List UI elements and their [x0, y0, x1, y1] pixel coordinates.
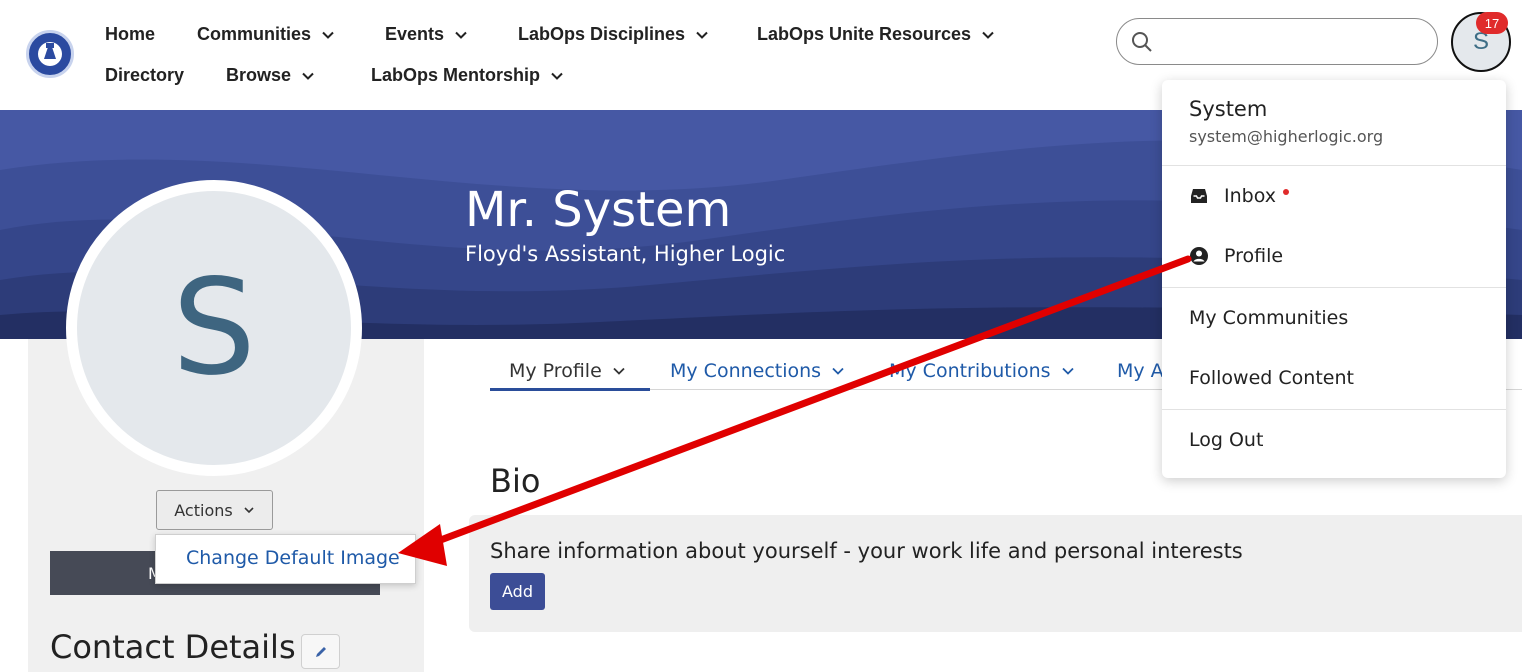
chevron-down-icon [982, 31, 994, 39]
chevron-down-icon [302, 72, 314, 80]
menu-item-label: Profile [1224, 245, 1284, 267]
nav-label: Communities [197, 24, 312, 44]
chevron-down-icon [551, 72, 563, 80]
nav-labops-mentorship[interactable]: LabOps Mentorship [371, 65, 564, 86]
nav-events[interactable]: Events [385, 24, 468, 45]
tab-my-profile[interactable]: My Profile [509, 352, 626, 390]
profile-name: Mr. System [465, 182, 732, 238]
profile-job-title: Floyd's Assistant, Higher Logic [465, 242, 786, 266]
nav-label: Home [105, 24, 156, 44]
chevron-down-icon [696, 31, 708, 39]
chevron-down-icon [832, 367, 844, 375]
nav-browse[interactable]: Browse [226, 65, 315, 86]
user-circle-icon [1190, 247, 1208, 265]
page-root: Home Communities Events LabOps Disciplin… [0, 0, 1522, 672]
menu-divider [1162, 409, 1506, 410]
nav-home[interactable]: Home [105, 24, 155, 45]
chevron-down-icon [613, 367, 625, 375]
menu-item-followed-content[interactable]: Followed Content [1189, 367, 1354, 389]
menu-item-profile[interactable]: Profile [1189, 245, 1283, 267]
bio-panel [469, 515, 1522, 632]
tab-my-connections[interactable]: My Connections [670, 352, 845, 390]
actions-label: Actions [174, 500, 233, 520]
chevron-down-icon [455, 31, 467, 39]
tab-my-a-partial[interactable]: My A [1117, 352, 1164, 390]
nav-labops-unite-resources[interactable]: LabOps Unite Resources [757, 24, 995, 45]
tab-label: My Profile [509, 360, 602, 382]
search-box [1116, 18, 1438, 65]
nav-label: LabOps Disciplines [518, 24, 686, 44]
menu-divider [1162, 287, 1506, 288]
nav-labops-disciplines[interactable]: LabOps Disciplines [518, 24, 709, 45]
user-menu-email: system@higherlogic.org [1189, 127, 1384, 146]
menu-item-label: Log Out [1189, 429, 1264, 451]
search-icon[interactable] [1131, 31, 1153, 53]
actions-dropdown-button[interactable]: Actions [156, 490, 273, 530]
nav-label: LabOps Unite Resources [757, 24, 972, 44]
contact-details-heading: Contact Details [50, 628, 296, 666]
user-menu-name: System [1189, 97, 1268, 121]
chevron-down-icon [1061, 367, 1074, 375]
menu-item-label: Inbox [1224, 185, 1276, 207]
nav-label: LabOps Mentorship [371, 65, 541, 85]
menu-item-log-out[interactable]: Log Out [1189, 429, 1263, 451]
chevron-down-icon [322, 31, 334, 39]
labops-unite-logo[interactable] [26, 30, 74, 78]
add-bio-label: Add [502, 582, 533, 601]
add-bio-button[interactable]: Add [490, 573, 545, 610]
menu-item-label: My Communities [1189, 307, 1349, 329]
profile-avatar-initial: S [172, 251, 256, 405]
search-input[interactable] [1163, 27, 1423, 57]
bio-heading: Bio [490, 462, 541, 500]
menu-divider [1162, 165, 1506, 166]
nav-label: Events [385, 24, 445, 44]
nav-label: Directory [105, 65, 185, 85]
badge-count: 17 [1484, 15, 1500, 31]
profile-avatar: S [66, 180, 362, 476]
nav-communities[interactable]: Communities [197, 24, 335, 45]
chevron-down-icon [244, 507, 254, 514]
nav-label: Browse [226, 65, 292, 85]
nav-directory[interactable]: Directory [105, 65, 184, 86]
tab-label: My Connections [670, 360, 822, 382]
actions-menu: Change Default Image [155, 534, 416, 584]
change-default-image-option[interactable]: Change Default Image [186, 547, 400, 569]
notification-count-badge: 17 [1476, 12, 1508, 34]
user-account-menu: System system@higherlogic.org Inbox Prof… [1162, 80, 1506, 478]
pencil-icon [315, 646, 326, 657]
tab-label: My Contributions [889, 360, 1051, 382]
menu-item-inbox[interactable]: Inbox [1189, 185, 1289, 207]
menu-item-my-communities[interactable]: My Communities [1189, 307, 1348, 329]
inbox-icon [1191, 189, 1207, 203]
tab-my-contributions[interactable]: My Contributions [889, 352, 1075, 390]
edit-contact-details-button[interactable] [301, 634, 340, 669]
menu-item-label: Followed Content [1189, 367, 1354, 389]
bio-prompt-text: Share information about yourself - your … [490, 539, 1243, 563]
unread-indicator [1283, 189, 1289, 195]
tab-label: My A [1117, 360, 1164, 382]
